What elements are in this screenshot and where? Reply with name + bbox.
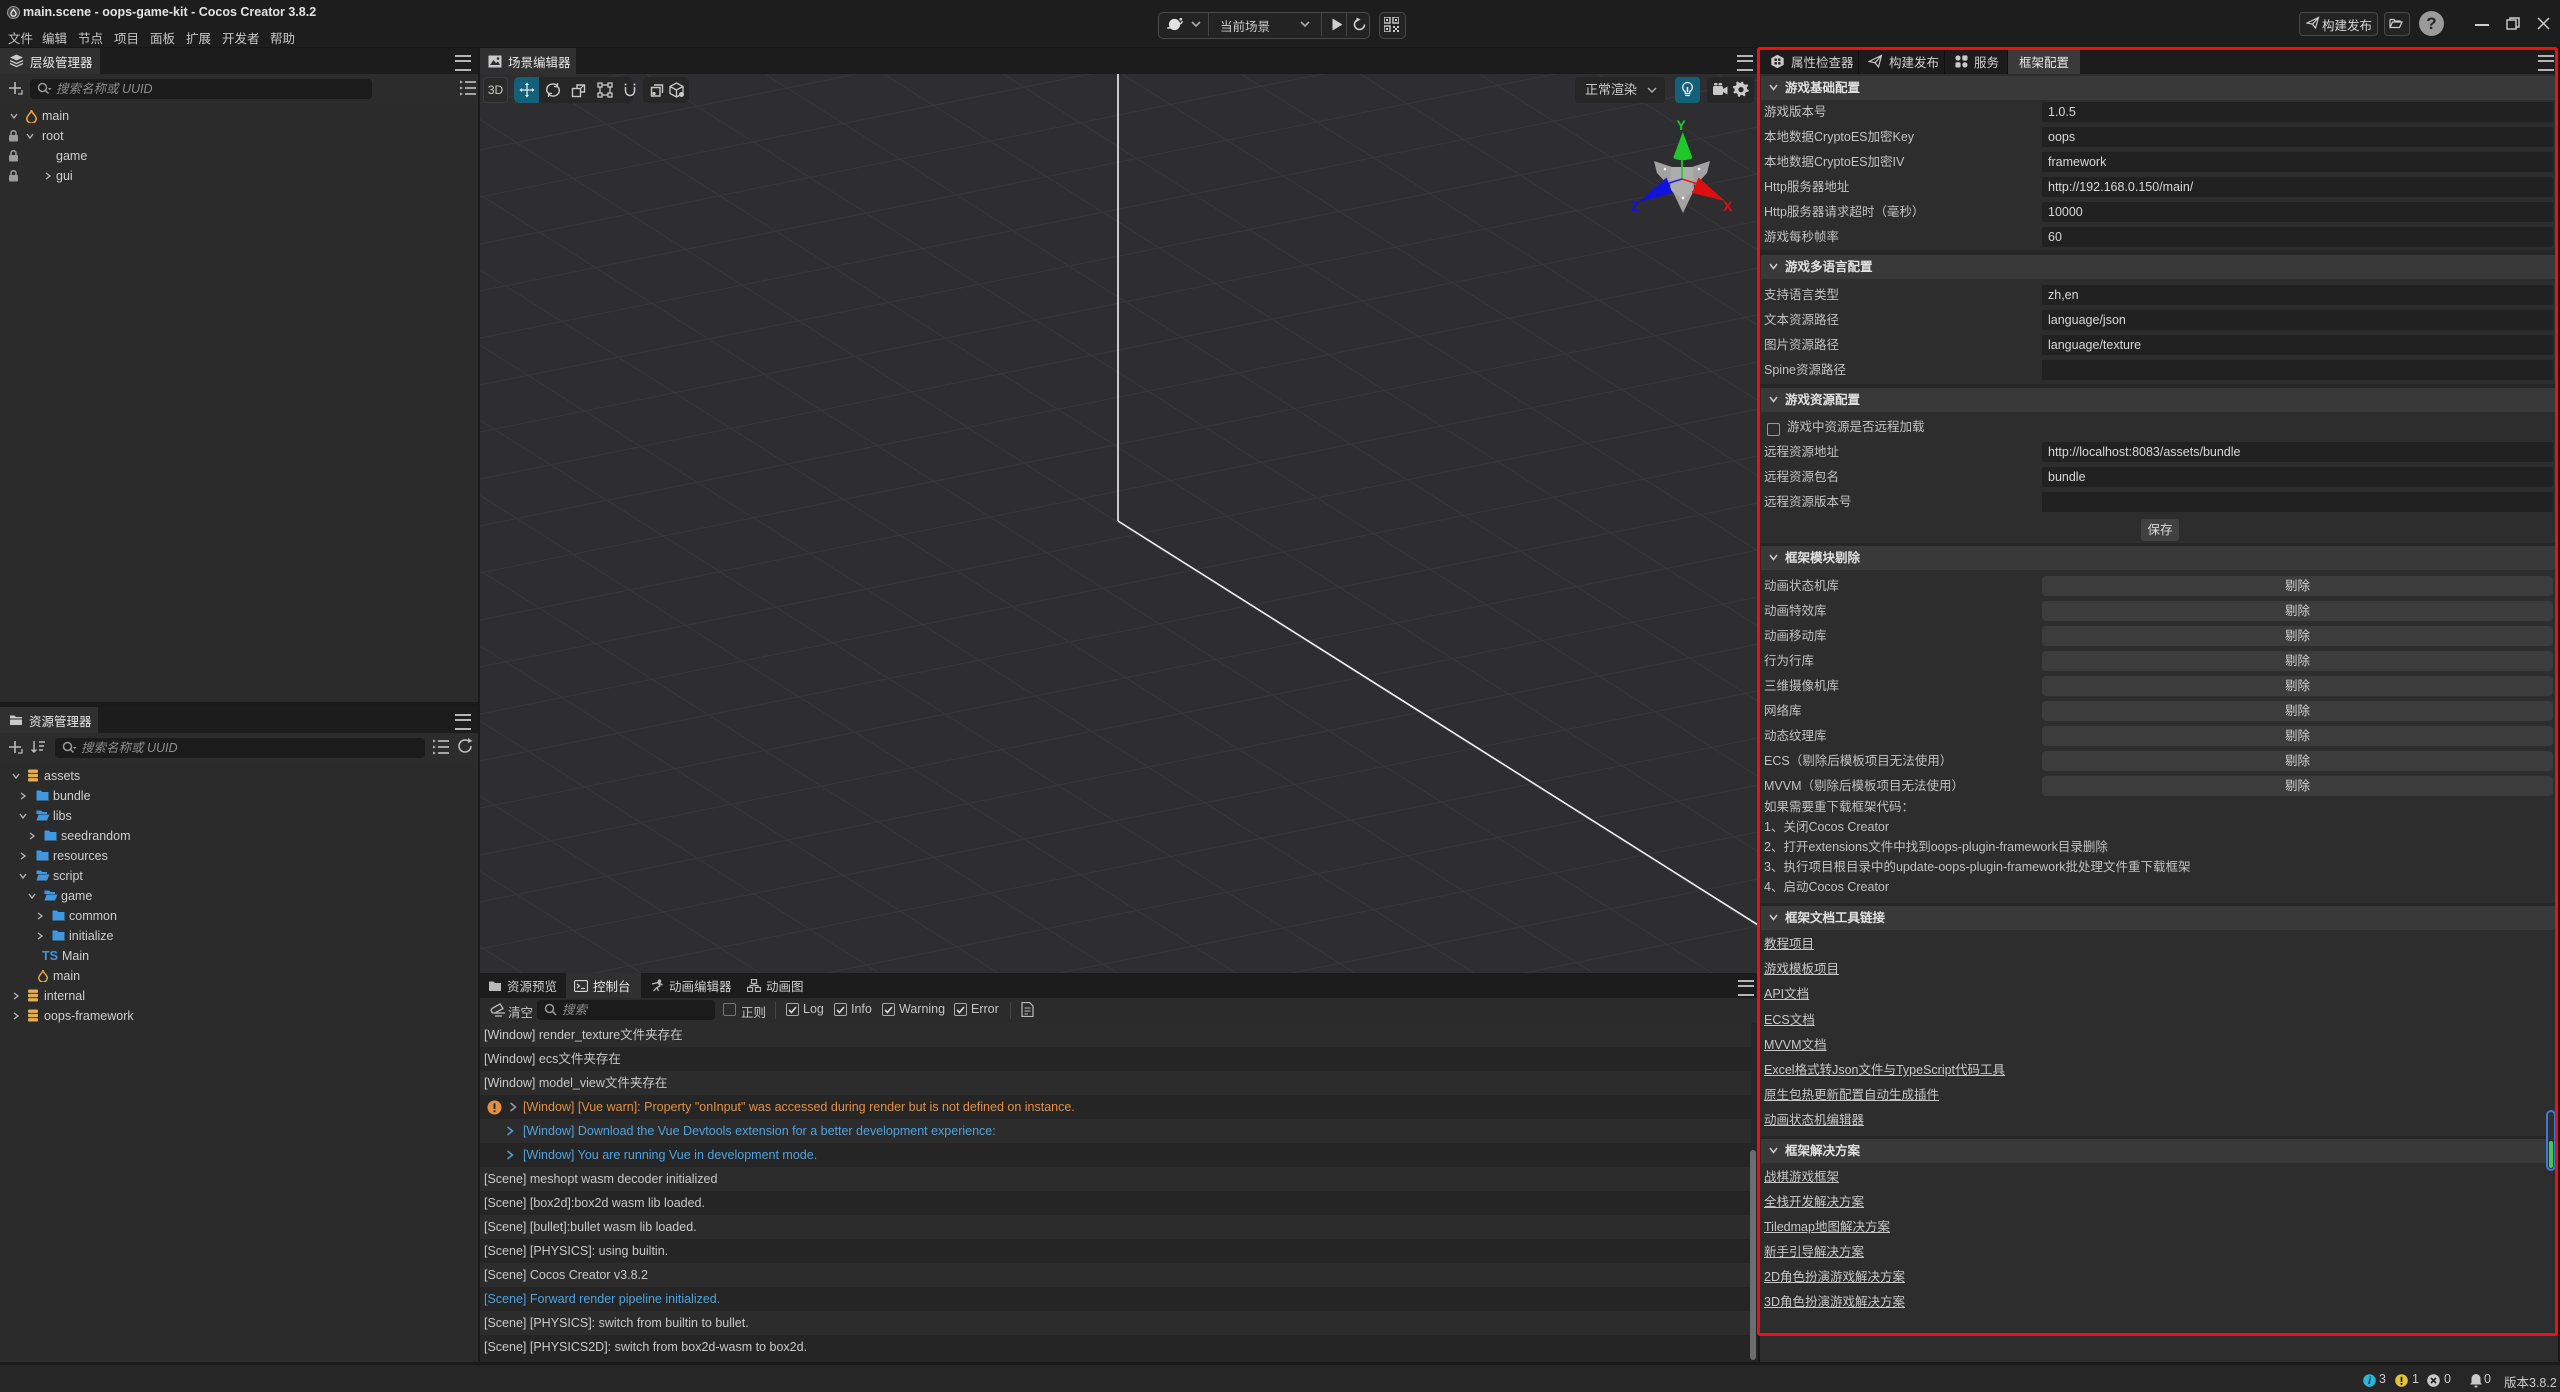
svg-text:Z: Z: [1631, 198, 1640, 214]
svg-text:Y: Y: [1677, 117, 1687, 133]
svg-text:X: X: [1723, 198, 1733, 214]
svg-text:i: i: [2368, 1376, 2371, 1387]
